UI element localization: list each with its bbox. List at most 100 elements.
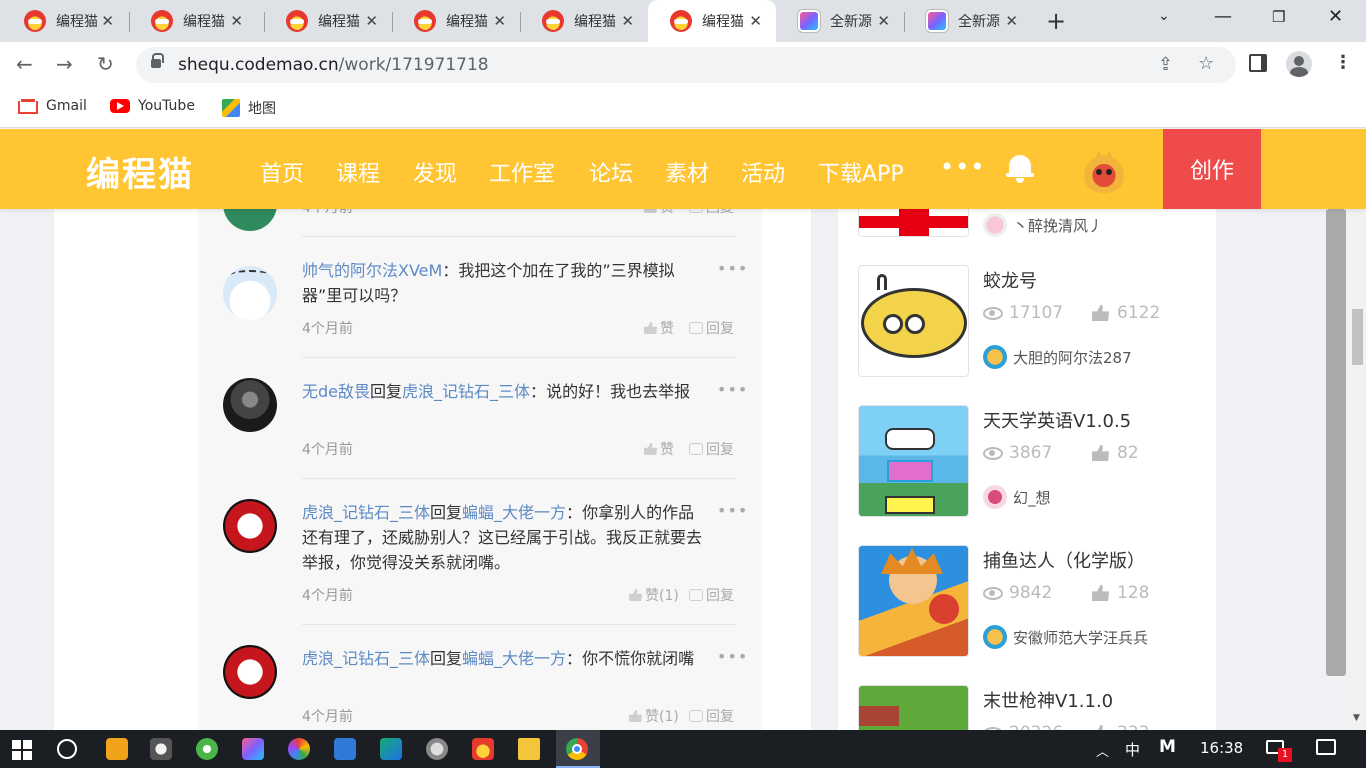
page-scrollbar[interactable]: ▲ ▼ <box>1349 129 1366 730</box>
app-square-icon[interactable] <box>242 738 264 760</box>
share-icon[interactable]: ⇪ <box>1158 54 1173 75</box>
browser-tab-6-active[interactable]: 编程猫 ✕ <box>648 0 776 42</box>
notification-bell-icon[interactable] <box>1006 153 1034 183</box>
like-button[interactable]: 赞 <box>644 439 674 459</box>
folder-icon[interactable] <box>518 738 540 760</box>
work-title[interactable]: 捕鱼达人（化学版） <box>983 547 1145 573</box>
url-text[interactable]: shequ.codemao.cn/work/171971718 <box>178 55 489 75</box>
comment-more-icon[interactable]: ••• <box>717 501 748 520</box>
comment-username[interactable]: 帅气的阿尔法XVeM <box>302 261 442 280</box>
work-card[interactable]: 捕鱼达人（化学版） 9842 128 安徽师范大学汪兵兵 <box>858 545 1198 657</box>
app-teal-icon[interactable] <box>380 738 402 760</box>
comment-reply-target[interactable]: 蝙蝠_大佬一方 <box>462 503 566 522</box>
back-arrow-icon[interactable]: ← <box>16 54 33 74</box>
reply-button[interactable]: 回复 <box>689 585 734 605</box>
tray-chevron-up-icon[interactable]: ︿ <box>1096 741 1109 760</box>
reply-button[interactable]: 回复 <box>689 439 734 459</box>
bookmark-gmail[interactable]: Gmail <box>18 98 87 114</box>
search-circle-icon[interactable] <box>57 739 77 759</box>
comment-username[interactable]: 无de敌畏 <box>302 382 370 401</box>
commenter-avatar[interactable] <box>223 209 277 231</box>
scroll-down-icon[interactable]: ▼ <box>1353 713 1360 723</box>
profile-icon[interactable] <box>1286 51 1312 77</box>
bookmark-maps[interactable]: 地图 <box>222 98 276 118</box>
commenter-avatar[interactable] <box>223 499 277 553</box>
windows-start-icon[interactable] <box>12 740 32 760</box>
nav-download-app[interactable]: 下载APP <box>818 156 904 188</box>
work-thumbnail[interactable] <box>858 685 969 730</box>
comment-more-icon[interactable]: ••• <box>717 380 748 399</box>
browser-tab-1[interactable]: 编程猫 ✕ <box>2 0 128 42</box>
work-title[interactable]: 末世枪神V1.1.0 <box>983 687 1113 713</box>
comment-more-icon[interactable]: ••• <box>717 647 748 666</box>
browser-tab-7[interactable]: 全新源 ✕ <box>776 0 904 42</box>
nav-discover[interactable]: 发现 <box>413 156 457 188</box>
app-file-icon[interactable] <box>106 738 128 760</box>
close-icon[interactable]: ✕ <box>230 12 243 30</box>
close-icon[interactable]: ✕ <box>1005 12 1018 30</box>
side-panel-icon[interactable] <box>1249 54 1267 72</box>
work-card[interactable]: 丶醉挽清风丿 <box>858 209 1198 237</box>
work-thumbnail[interactable] <box>858 405 969 517</box>
close-icon[interactable]: ✕ <box>101 12 114 30</box>
like-button[interactable]: 赞(1) <box>629 585 679 605</box>
nav-studio[interactable]: 工作室 <box>489 156 555 188</box>
clock-time[interactable]: 16:38 <box>1200 739 1243 757</box>
app-colorwheel-icon[interactable] <box>288 738 310 760</box>
work-author[interactable]: 幻_想 <box>983 485 1051 509</box>
nav-materials[interactable]: 素材 <box>665 156 709 188</box>
site-logo[interactable]: 编程猫 <box>86 147 194 196</box>
menu-dots-icon[interactable]: ⋮ <box>1334 52 1352 73</box>
like-button[interactable]: 赞 <box>644 209 674 217</box>
tab-search-chevron-icon[interactable]: ⌄ <box>1158 8 1170 24</box>
comment-username[interactable]: 虎浪_记钻石_三体 <box>302 503 430 522</box>
browser-tab-3[interactable]: 编程猫 ✕ <box>264 0 392 42</box>
work-thumbnail[interactable] <box>858 209 969 237</box>
scrollbar-thumb[interactable] <box>1352 309 1363 365</box>
app-rocket-icon[interactable] <box>150 738 172 760</box>
close-icon[interactable]: ✕ <box>877 12 890 30</box>
restore-icon[interactable]: ❐ <box>1272 8 1285 26</box>
close-icon[interactable]: ✕ <box>749 12 762 30</box>
app-blue-icon[interactable] <box>334 738 356 760</box>
nav-events[interactable]: 活动 <box>741 156 785 188</box>
work-card[interactable]: 末世枪神V1.1.0 20326 333 <box>858 685 1198 730</box>
chrome-icon[interactable] <box>566 738 588 760</box>
bookmark-star-icon[interactable]: ☆ <box>1198 53 1214 74</box>
comment-reply-target[interactable]: 蝙蝠_大佬一方 <box>462 649 566 668</box>
ime-indicator[interactable]: 中 <box>1125 739 1140 760</box>
comment-username[interactable]: 虎浪_记钻石_三体 <box>302 649 430 668</box>
close-icon[interactable]: ✕ <box>493 12 506 30</box>
work-thumbnail[interactable] <box>858 545 969 657</box>
window-close-icon[interactable]: ✕ <box>1328 6 1343 27</box>
work-title[interactable]: 蛟龙号 <box>983 267 1037 293</box>
work-card[interactable]: 天天学英语V1.0.5 3867 82 幻_想 <box>858 405 1198 517</box>
like-button[interactable]: 赞(1) <box>629 706 679 726</box>
new-tab-button[interactable]: + <box>1046 8 1066 34</box>
browser-tab-8[interactable]: 全新源 ✕ <box>904 0 1032 42</box>
create-button[interactable]: 创作 <box>1163 129 1261 209</box>
browser-tab-5[interactable]: 编程猫 ✕ <box>520 0 648 42</box>
like-button[interactable]: 赞 <box>644 318 674 338</box>
work-author[interactable]: 安徽师范大学汪兵兵 <box>983 625 1148 649</box>
address-bar[interactable]: shequ.codemao.cn/work/171971718 ⇪ ☆ <box>136 47 1236 83</box>
bookmark-youtube[interactable]: YouTube <box>110 98 195 114</box>
nav-forum[interactable]: 论坛 <box>589 156 633 188</box>
commenter-avatar[interactable] <box>223 645 277 699</box>
app-paint-icon[interactable] <box>426 738 448 760</box>
ime-mode-icon[interactable]: M <box>1159 737 1176 757</box>
work-thumbnail[interactable] <box>858 265 969 377</box>
work-author[interactable]: 大胆的阿尔法287 <box>983 345 1132 369</box>
reload-icon[interactable]: ↻ <box>97 54 114 74</box>
reply-button[interactable]: 回复 <box>689 706 734 726</box>
reply-button[interactable]: 回复 <box>689 318 734 338</box>
action-center-icon[interactable] <box>1316 739 1336 755</box>
codemao-cat-icon[interactable] <box>472 738 494 760</box>
close-icon[interactable]: ✕ <box>365 12 378 30</box>
app-green-icon[interactable] <box>196 738 218 760</box>
user-avatar[interactable] <box>1080 147 1128 193</box>
commenter-avatar[interactable] <box>223 266 277 320</box>
nav-home[interactable]: 首页 <box>260 156 304 188</box>
comment-more-icon[interactable]: ••• <box>717 259 748 278</box>
work-title[interactable]: 天天学英语V1.0.5 <box>983 407 1131 433</box>
